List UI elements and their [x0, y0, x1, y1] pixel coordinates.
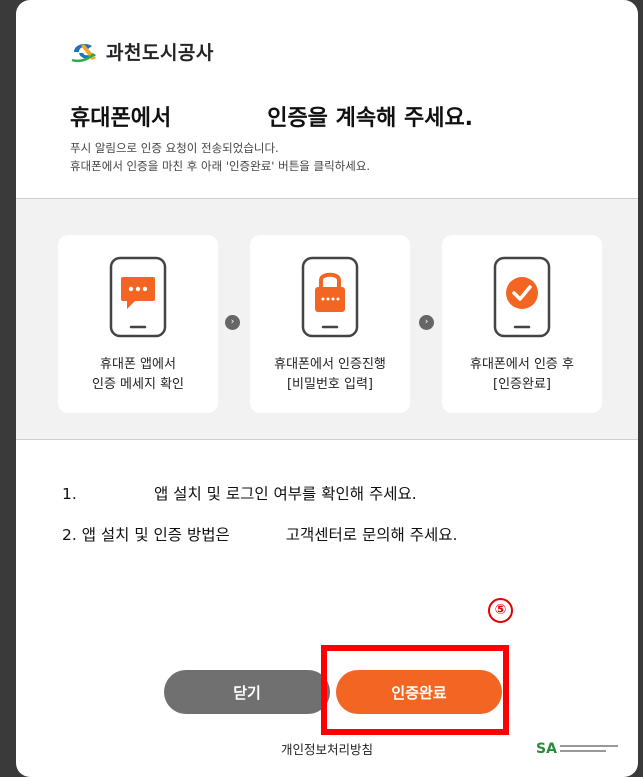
- note2-suffix: 고객센터로 문의해 주세요.: [285, 526, 458, 544]
- note1-number: 1.: [62, 485, 77, 503]
- instruction-text: 휴대폰에서 인증을 마친 후 아래 '인증완료' 버튼을 클릭하세요.: [70, 159, 371, 173]
- note-item-1: 1. 앱 설치 및 로그인 여부를 확인해 주세요.: [62, 482, 417, 504]
- check-circle-icon: [493, 256, 551, 338]
- step-card-2: 휴대폰에서 인증진행 [비밀번호 입력]: [250, 235, 410, 413]
- auth-complete-button[interactable]: 인증완료: [336, 670, 502, 714]
- steps-panel: 휴대폰 앱에서 인증 메세지 확인 › 휴대폰에서 인증진행 [비밀번호 입력]…: [16, 198, 638, 440]
- step3-line1: 휴대폰에서 인증 후: [470, 357, 574, 372]
- brand-mark-icon: [71, 43, 96, 62]
- push-sent-text: 푸시 알림으로 인증 요청이 전송되었습니다.: [70, 141, 279, 155]
- step2-line1: 휴대폰에서 인증진행: [274, 357, 386, 372]
- lock-icon: [301, 256, 359, 338]
- step1-line1: 휴대폰 앱에서: [100, 357, 176, 372]
- note2-prefix: 2. 앱 설치 및 인증 방법은: [62, 526, 230, 544]
- close-button[interactable]: 닫기: [164, 670, 330, 714]
- step3-line2: [인증완료]: [493, 377, 551, 392]
- title-prefix: 휴대폰에서: [70, 106, 172, 131]
- note-item-2: 2. 앱 설치 및 인증 방법은 고객센터로 문의해 주세요.: [62, 523, 457, 545]
- page-title: 휴대폰에서 인증을 계속해 주세요.: [70, 100, 473, 132]
- step1-line2: 인증 메세지 확인: [92, 377, 184, 392]
- chat-bubble-icon: [109, 256, 167, 338]
- chevron-right-icon: ›: [225, 315, 240, 330]
- brand-name: 과천도시공사: [106, 42, 214, 64]
- chevron-right-icon: ›: [419, 315, 434, 330]
- step-card-3: 휴대폰에서 인증 후 [인증완료]: [442, 235, 602, 413]
- step2-line2: [비밀번호 입력]: [286, 377, 374, 392]
- sa-mark: SA: [536, 741, 557, 757]
- brand-logo: 과천도시공사: [70, 38, 214, 65]
- sa-caption-icon: [559, 745, 618, 752]
- title-suffix: 인증을 계속해 주세요.: [267, 106, 474, 131]
- annotation-marker: ⑤: [488, 598, 513, 623]
- auth-modal: 과천도시공사 휴대폰에서 인증을 계속해 주세요. 푸시 알림으로 인증 요청이 …: [16, 0, 638, 777]
- step-card-1: 휴대폰 앱에서 인증 메세지 확인: [58, 235, 218, 413]
- sa-certification-logo: SA: [536, 741, 620, 757]
- note1-text: 앱 설치 및 로그인 여부를 확인해 주세요.: [154, 485, 417, 503]
